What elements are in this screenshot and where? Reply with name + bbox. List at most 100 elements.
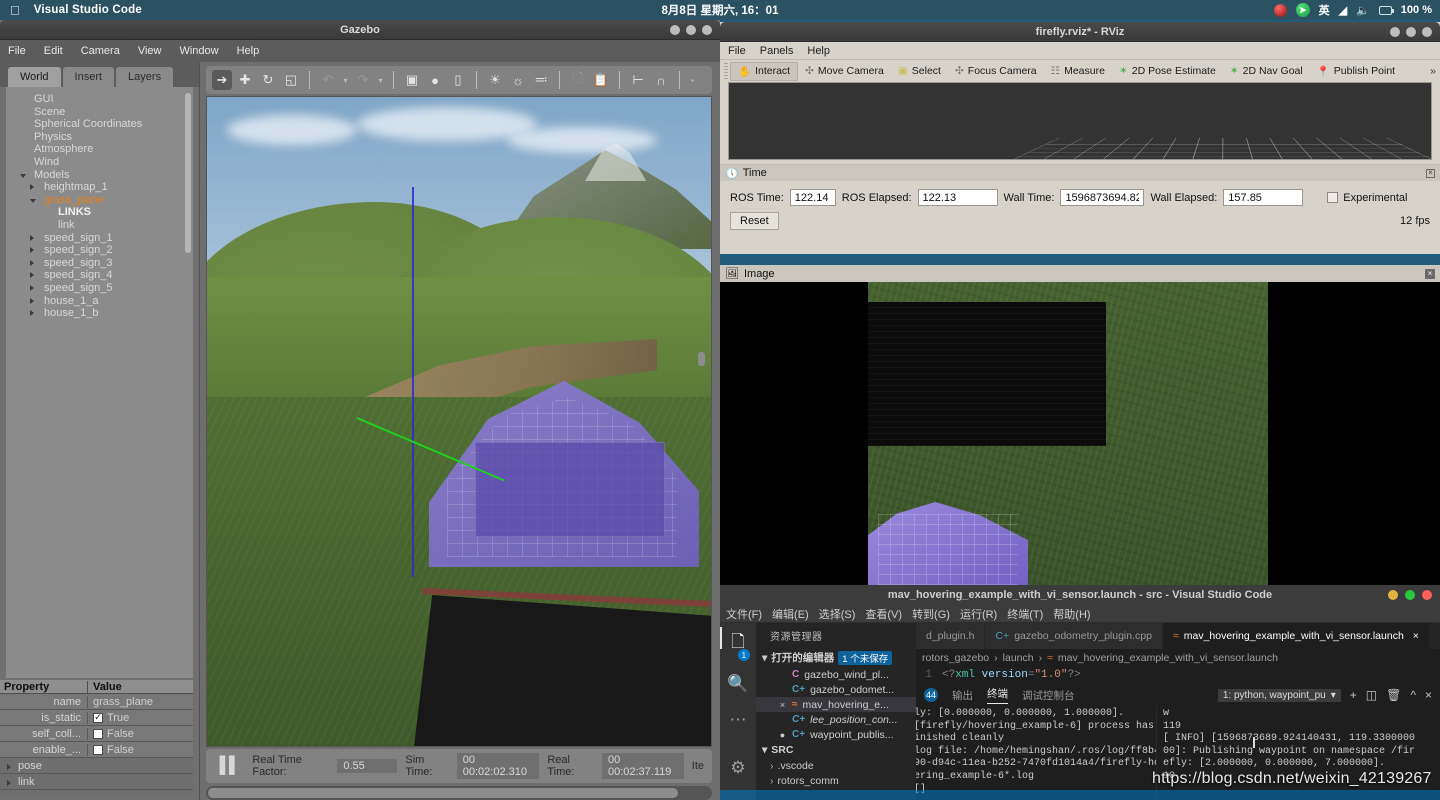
close-icon[interactable]: × <box>1426 168 1435 178</box>
chevron-right-icon[interactable] <box>30 297 34 304</box>
menu-file[interactable]: 文件(F) <box>726 606 762 622</box>
settings-gear-icon[interactable]: ⚙ <box>730 758 745 778</box>
menu-terminal[interactable]: 终端(T) <box>1007 606 1043 622</box>
tree-item-speed-sign-1[interactable]: speed_sign_1 <box>6 232 193 245</box>
breadcrumb-file[interactable]: mav_hovering_example_with_vi_sensor.laun… <box>1058 652 1278 664</box>
undo-dropdown-icon[interactable]: ▾ <box>341 70 350 90</box>
chevron-right-icon[interactable] <box>30 234 34 241</box>
terminal-left-output[interactable]: ly: [0.000000, 0.000000, 1.000000]. [fir… <box>916 706 1156 800</box>
src-folder-section[interactable]: ▾ SRC <box>756 742 916 758</box>
tool-select[interactable]: ▣ Select <box>891 63 948 79</box>
menu-file[interactable]: File <box>8 45 26 57</box>
redo-dropdown-icon[interactable]: ▾ <box>376 70 385 90</box>
spot-light-icon[interactable]: ☼ <box>508 70 528 90</box>
chevron-right-icon[interactable] <box>30 259 34 266</box>
close-icon[interactable] <box>702 24 712 35</box>
battery-icon[interactable] <box>1378 5 1394 15</box>
tree-item[interactable]: Atmosphere <box>6 143 193 156</box>
add-terminal-icon[interactable]: + <box>1350 688 1357 702</box>
tree-item[interactable]: Wind <box>6 156 193 169</box>
tree-item-heightmap[interactable]: heightmap_1 <box>6 181 193 194</box>
maximize-icon[interactable] <box>686 24 696 35</box>
breadcrumb-launch[interactable]: launch <box>1003 652 1034 664</box>
search-icon[interactable]: 🔍 <box>727 674 748 694</box>
chevron-right-icon[interactable] <box>30 310 34 317</box>
editor-item-gazebo-odometry-plugin[interactable]: C+ gazebo_odomet... <box>756 682 916 697</box>
checkbox-unchecked-icon[interactable] <box>93 744 103 755</box>
tool-focus-camera[interactable]: ✣ Focus Camera <box>948 63 1044 79</box>
property-row-enable-wind[interactable]: enable_... False <box>0 742 193 758</box>
tree-item-house-1-b[interactable]: house_1_b <box>6 307 193 320</box>
property-row-link[interactable]: link <box>0 774 193 790</box>
tree-item-speed-sign-3[interactable]: speed_sign_3 <box>6 257 193 270</box>
wifi-icon[interactable]: ◢ <box>1339 4 1347 17</box>
rviz-3d-viewport[interactable] <box>728 82 1432 160</box>
telegram-icon[interactable]: ➤ <box>1295 3 1310 17</box>
point-light-icon[interactable]: ☀ <box>485 70 505 90</box>
chevron-down-icon[interactable] <box>20 173 26 181</box>
tool-move-camera[interactable]: ✣ Move Camera <box>798 63 891 79</box>
menu-camera[interactable]: Camera <box>81 45 120 57</box>
select-arrow-icon[interactable]: ➔ <box>212 70 232 90</box>
minimize-icon[interactable] <box>1390 26 1400 37</box>
ros-elapsed-input[interactable] <box>917 189 998 206</box>
panel-tab-output[interactable]: 输出 <box>952 688 973 703</box>
tree-item[interactable]: GUI <box>6 93 193 106</box>
editor-item-gazebo-wind-plugin[interactable]: C gazebo_wind_pl... <box>756 667 916 682</box>
sphere-icon[interactable]: ● <box>425 70 445 90</box>
tab-gazebo-wind-plugin-h[interactable]: d_plugin.h <box>916 623 986 649</box>
menu-edit[interactable]: 编辑(E) <box>772 606 809 622</box>
redo-icon[interactable]: ↷ <box>353 70 373 90</box>
menu-go[interactable]: 转到(G) <box>912 606 950 622</box>
menu-window[interactable]: Window <box>179 45 218 57</box>
tree-item-speed-sign-2[interactable]: speed_sign_2 <box>6 244 193 257</box>
step-icon[interactable]: · <box>241 760 245 772</box>
menu-panels[interactable]: Panels <box>760 45 794 57</box>
rotate-icon[interactable]: ↻ <box>258 70 278 90</box>
menu-view[interactable]: View <box>138 45 162 57</box>
menu-edit[interactable]: Edit <box>44 45 63 57</box>
more-icon[interactable]: • <box>688 70 697 90</box>
apple-icon[interactable]:  <box>10 4 20 17</box>
gazebo-world-tree[interactable]: GUI Scene Spherical Coordinates Physics … <box>6 87 193 678</box>
tab-world[interactable]: World <box>8 67 61 87</box>
menu-help[interactable]: Help <box>237 45 260 57</box>
close-panel-icon[interactable]: × <box>1425 688 1432 702</box>
tree-item-house-1-a[interactable]: house_1_a <box>6 295 193 308</box>
system-clock[interactable]: 8月8日 星期六, 16：01 <box>662 2 779 18</box>
tool-interact[interactable]: ✋ Interact <box>730 61 799 81</box>
chevron-right-icon[interactable] <box>30 184 34 191</box>
experimental-checkbox[interactable] <box>1327 192 1339 203</box>
folder-item-rotors-comm[interactable]: › rotors_comm <box>756 773 916 788</box>
close-icon[interactable]: × <box>778 700 787 710</box>
copy-icon[interactable]: 🗋 <box>568 70 588 90</box>
input-method-indicator[interactable]: 英 <box>1319 2 1330 18</box>
breadcrumb-rotors-gazebo[interactable]: rotors_gazebo <box>922 652 989 664</box>
ros-time-input[interactable] <box>789 189 836 206</box>
folder-item-vscode[interactable]: › .vscode <box>756 758 916 773</box>
viewport-handle[interactable] <box>698 352 705 366</box>
tree-item-link[interactable]: link <box>6 219 193 232</box>
maximize-icon[interactable] <box>1406 26 1416 37</box>
menu-help[interactable]: Help <box>807 45 830 57</box>
panel-tab-debug-console[interactable]: 调试控制台 <box>1022 688 1075 703</box>
close-icon[interactable] <box>1422 590 1432 600</box>
wall-elapsed-input[interactable] <box>1223 189 1304 206</box>
tool-publish-point[interactable]: 📍 Publish Point <box>1310 63 1402 80</box>
close-icon[interactable]: × <box>1413 630 1419 642</box>
toolbar-grip[interactable] <box>724 63 728 79</box>
tab-gazebo-odometry-plugin-cpp[interactable]: C+ gazebo_odometry_plugin.cpp <box>985 623 1163 649</box>
chevron-down-icon[interactable] <box>30 198 36 206</box>
panel-tab-terminal[interactable]: 终端 <box>987 686 1008 704</box>
problems-count-badge[interactable]: 44 <box>924 688 938 702</box>
gazebo-window-controls[interactable] <box>670 24 712 35</box>
tree-item[interactable]: Spherical Coordinates <box>6 118 193 131</box>
wall-time-input[interactable] <box>1060 189 1145 206</box>
chevron-right-icon[interactable] <box>30 284 34 291</box>
tool-measure[interactable]: ☷ Measure <box>1044 63 1112 79</box>
menu-help[interactable]: 帮助(H) <box>1053 606 1090 622</box>
property-row-self-collide[interactable]: self_coll... False <box>0 726 193 742</box>
chevron-up-icon[interactable]: ^ <box>1410 688 1416 702</box>
tree-scrollbar[interactable] <box>185 93 191 253</box>
minimize-icon[interactable] <box>670 24 680 35</box>
